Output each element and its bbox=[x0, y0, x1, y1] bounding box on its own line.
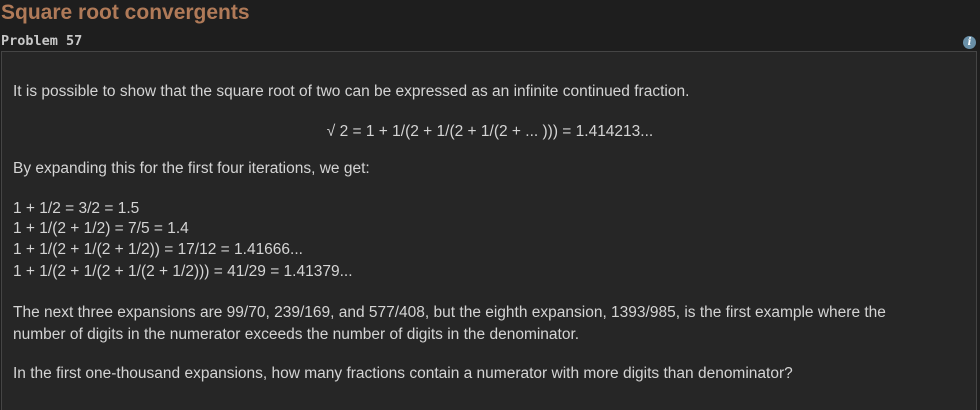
iteration-line: 1 + 1/(2 + 1/(2 + 1/(2 + 1/2))) = 41/29 … bbox=[13, 263, 353, 280]
iteration-line: 1 + 1/(2 + 1/2) = 7/5 = 1.4 bbox=[13, 220, 189, 237]
page-title: Square root convergents bbox=[1, 1, 250, 24]
iteration-line: 1 + 1/2 = 3/2 = 1.5 bbox=[13, 200, 140, 217]
info-icon[interactable]: i bbox=[963, 36, 976, 49]
iteration-line: 1 + 1/(2 + 1/(2 + 1/2)) = 17/12 = 1.4166… bbox=[13, 241, 303, 258]
expansion-intro-text: By expanding this for the first four ite… bbox=[13, 160, 370, 177]
next-expansions-text: The next three expansions are 99/70, 239… bbox=[13, 304, 886, 321]
next-expansions-text-continued: number of digits in the numerator exceed… bbox=[13, 326, 580, 343]
problem-content: It is possible to show that the square r… bbox=[1, 51, 977, 410]
question-text: In the first one-thousand expansions, ho… bbox=[13, 365, 793, 382]
continued-fraction-formula: √ 2 = 1 + 1/(2 + 1/(2 + 1/(2 + ... ))) =… bbox=[326, 123, 654, 140]
problem-number: Problem 57 bbox=[1, 33, 83, 49]
intro-text: It is possible to show that the square r… bbox=[13, 83, 690, 100]
